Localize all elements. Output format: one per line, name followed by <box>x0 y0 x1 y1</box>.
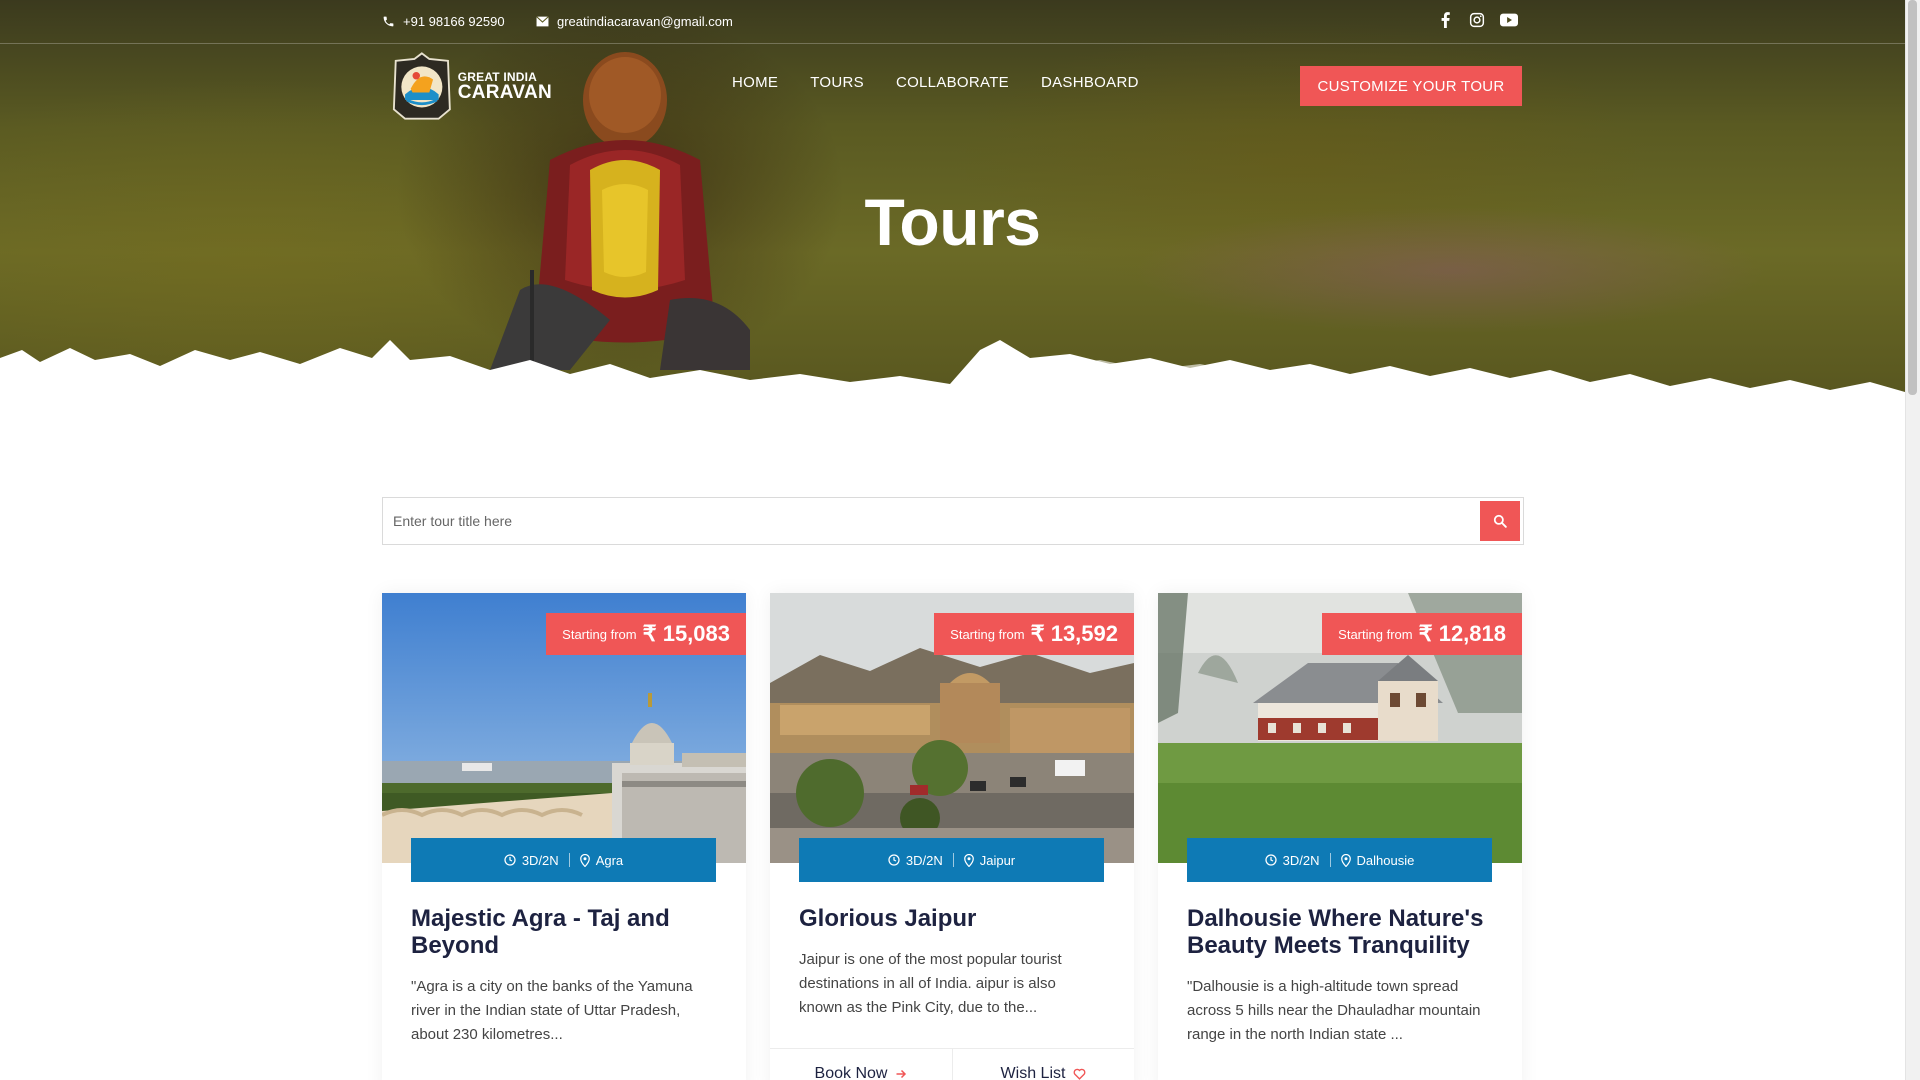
tour-location-text: Agra <box>595 852 624 868</box>
tour-duration: 3D/2N <box>1265 853 1320 868</box>
youtube-icon[interactable] <box>1500 10 1518 30</box>
nav-home[interactable]: HOME <box>732 74 778 91</box>
logo-line-2: CARAVAN <box>457 81 552 103</box>
social-links <box>1436 10 1518 30</box>
price-badge: Starting from ₹ 12,818 <box>1322 613 1522 655</box>
contact-phone[interactable]: +91 98166 92590 <box>382 11 505 31</box>
tour-description: Jaipur is one of the most popular touris… <box>799 951 1062 1016</box>
book-now-label: Book Now <box>814 1064 888 1080</box>
page-scrollbar-thumb[interactable] <box>1908 0 1917 395</box>
contact-phone-text: +91 98166 92590 <box>403 13 505 29</box>
tour-description: "Dalhousie is a high-altitude town sprea… <box>1187 978 1481 1043</box>
book-now-button[interactable]: Book Now <box>770 1049 952 1080</box>
tour-card-dalhousie[interactable]: Starting from ₹ 12,818 3D/2N Dalhousie D… <box>1158 593 1522 1080</box>
nav-collaborate[interactable]: COLLABORATE <box>896 74 1009 91</box>
tour-card-actions: Book Now Wish List <box>770 1048 1134 1080</box>
wish-list-label: Wish List <box>1000 1064 1066 1080</box>
price-label: Starting from <box>1338 626 1413 642</box>
meta-separator <box>952 853 954 867</box>
clock-icon <box>1265 854 1277 866</box>
arrow-right-icon <box>896 1069 907 1078</box>
tour-meta-bar: 3D/2N Agra <box>411 838 716 882</box>
price-badge: Starting from ₹ 15,083 <box>546 613 746 655</box>
tour-location: Jaipur <box>963 852 1016 868</box>
tour-meta-bar: 3D/2N Dalhousie <box>1187 838 1492 882</box>
tour-title[interactable]: Dalhousie Where Nature's Beauty Meets Tr… <box>1187 905 1497 959</box>
nav-dashboard[interactable]: DASHBOARD <box>1041 74 1139 91</box>
tour-duration: 3D/2N <box>504 853 559 868</box>
tour-search <box>382 497 1524 545</box>
price-badge: Starting from ₹ 13,592 <box>934 613 1134 655</box>
map-pin-icon <box>579 853 590 867</box>
customize-tour-button[interactable]: CUSTOMIZE YOUR TOUR <box>1300 66 1522 106</box>
envelope-icon <box>536 15 549 26</box>
tour-location-text: Dalhousie <box>1356 852 1415 868</box>
nav-tours[interactable]: TOURS <box>810 74 864 91</box>
brush-stroke-divider <box>0 340 1905 420</box>
tour-duration-text: 3D/2N <box>521 852 559 868</box>
price-value: ₹ 13,592 <box>1030 621 1118 646</box>
tour-duration-text: 3D/2N <box>905 852 943 868</box>
map-pin-icon <box>963 853 974 867</box>
heart-icon <box>1074 1068 1086 1080</box>
tour-location: Dalhousie <box>1340 852 1415 868</box>
facebook-icon[interactable] <box>1436 10 1454 30</box>
wish-list-button[interactable]: Wish List <box>952 1049 1134 1080</box>
phone-icon <box>383 16 394 26</box>
tour-duration-text: 3D/2N <box>1282 852 1320 868</box>
hero-banner: +91 98166 92590 greatindiacaravan@gmail.… <box>0 0 1905 420</box>
meta-separator <box>568 853 570 867</box>
logo-line-1: GREAT INDIA <box>457 69 538 84</box>
clock-icon <box>504 854 516 866</box>
tour-meta-bar: 3D/2N Jaipur <box>799 838 1104 882</box>
tour-description: "Agra is a city on the banks of the Yamu… <box>411 978 693 1043</box>
instagram-icon[interactable] <box>1468 10 1486 30</box>
tour-search-input[interactable] <box>383 499 1463 543</box>
tour-card-agra[interactable]: Starting from ₹ 15,083 3D/2N Agra Majest… <box>382 593 746 1080</box>
price-label: Starting from <box>950 626 1025 642</box>
logo-badge-icon <box>392 52 451 120</box>
page-title: Tours <box>864 185 1041 259</box>
topbar-divider <box>0 43 1905 44</box>
map-pin-icon <box>1340 853 1351 867</box>
tour-title[interactable]: Glorious Jaipur <box>799 905 1109 932</box>
logo-wordmark: GREAT INDIA CARAVAN <box>458 71 552 102</box>
clock-icon <box>888 854 900 866</box>
main-nav: HOME TOURS COLLABORATE DASHBOARD <box>732 74 1139 91</box>
contact-email-text: greatindiacaravan@gmail.com <box>557 13 733 29</box>
tour-location-text: Jaipur <box>979 852 1016 868</box>
tour-title[interactable]: Majestic Agra - Taj and Beyond <box>411 905 721 959</box>
tour-location: Agra <box>579 852 624 868</box>
meta-separator <box>1329 853 1331 867</box>
tour-card-jaipur[interactable]: Starting from ₹ 13,592 3D/2N Jaipur Glor… <box>770 593 1134 1080</box>
site-logo[interactable]: GREAT INDIA CARAVAN <box>392 49 552 123</box>
search-icon <box>1493 514 1507 528</box>
price-value: ₹ 15,083 <box>642 621 730 646</box>
search-button[interactable] <box>1480 501 1520 541</box>
price-value: ₹ 12,818 <box>1418 621 1506 646</box>
price-label: Starting from <box>562 626 637 642</box>
contact-email[interactable]: greatindiacaravan@gmail.com <box>536 11 733 31</box>
tour-duration: 3D/2N <box>888 853 943 868</box>
